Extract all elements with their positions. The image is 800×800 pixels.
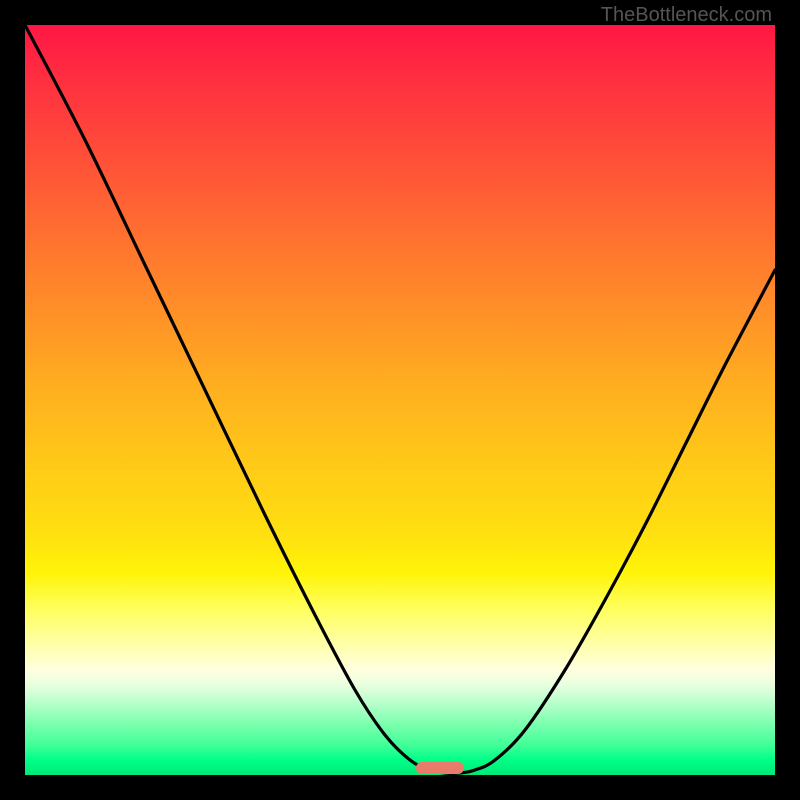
optimum-marker [416, 762, 464, 774]
chart-container: TheBottleneck.com [0, 0, 800, 800]
bottleneck-curve [25, 25, 775, 775]
curve-path [25, 25, 775, 773]
attribution-text: TheBottleneck.com [601, 4, 772, 27]
